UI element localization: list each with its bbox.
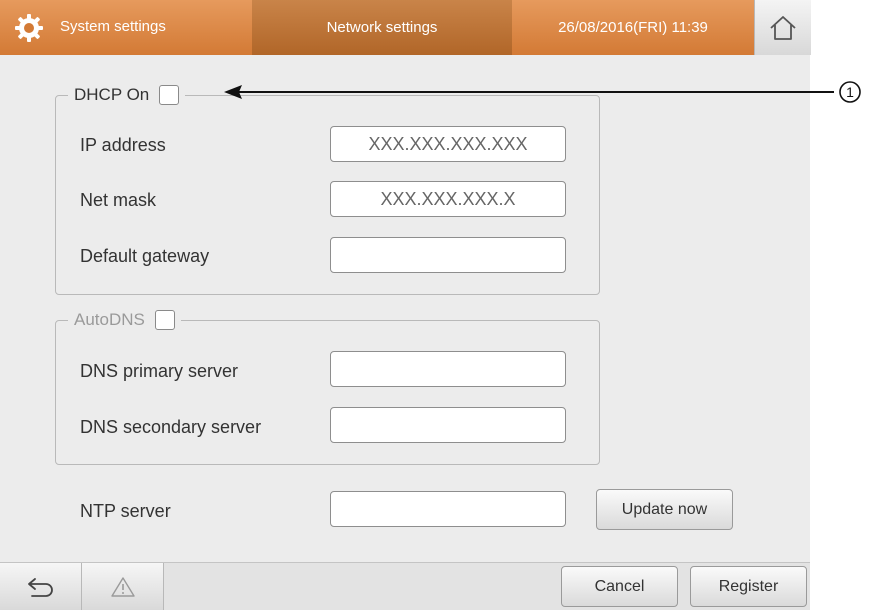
net-mask-label: Net mask (80, 190, 157, 210)
header-bar: System settings Network settings 26/08/2… (0, 0, 811, 55)
footer-bar: Cancel Register (0, 562, 810, 610)
tab-network-settings[interactable]: Network settings (252, 0, 512, 55)
net-mask-field[interactable]: XXX.XXX.XXX.X (330, 181, 566, 217)
autodns-checkbox[interactable] (154, 310, 175, 330)
dhcp-checkbox[interactable] (159, 85, 180, 105)
update-now-button[interactable]: Update now (596, 489, 733, 530)
system-settings-tab[interactable]: System settings (0, 0, 252, 55)
autodns-label: AutoDNS (74, 310, 145, 329)
datetime-text: 26/08/2016(FRI) 11:39 (558, 19, 708, 36)
header-title: System settings (60, 18, 166, 35)
dns-secondary-field[interactable] (330, 407, 566, 443)
warning-icon (110, 576, 135, 597)
warning-button[interactable] (82, 563, 164, 610)
ip-address-field[interactable]: XXX.XXX.XXX.XXX (330, 126, 566, 162)
default-gateway-label: Default gateway (80, 246, 210, 266)
dhcp-label: DHCP On (74, 85, 150, 104)
home-icon (770, 15, 796, 40)
ip-address-label: IP address (80, 135, 166, 155)
register-button[interactable]: Register (690, 566, 807, 607)
gear-icon (15, 14, 43, 42)
autodns-legend: AutoDNS (68, 308, 181, 332)
active-tab-label: Network settings (326, 19, 438, 36)
cancel-button[interactable]: Cancel (561, 566, 678, 607)
home-button[interactable] (754, 0, 811, 55)
ntp-server-label: NTP server (80, 501, 171, 521)
default-gateway-field[interactable] (330, 237, 566, 273)
dhcp-legend: DHCP On (68, 83, 186, 107)
svg-text:1: 1 (846, 84, 854, 100)
callout-number: 1 (839, 81, 861, 103)
dns-primary-label: DNS primary server (80, 361, 239, 381)
ntp-server-field[interactable] (330, 491, 566, 527)
dns-primary-field[interactable] (330, 351, 566, 387)
dns-secondary-label: DNS secondary server (80, 417, 262, 437)
dns-group (55, 320, 600, 465)
back-arrow-icon (27, 577, 53, 597)
datetime-display: 26/08/2016(FRI) 11:39 (512, 0, 754, 55)
back-button[interactable] (0, 563, 82, 610)
callout-arrow (224, 85, 834, 99)
